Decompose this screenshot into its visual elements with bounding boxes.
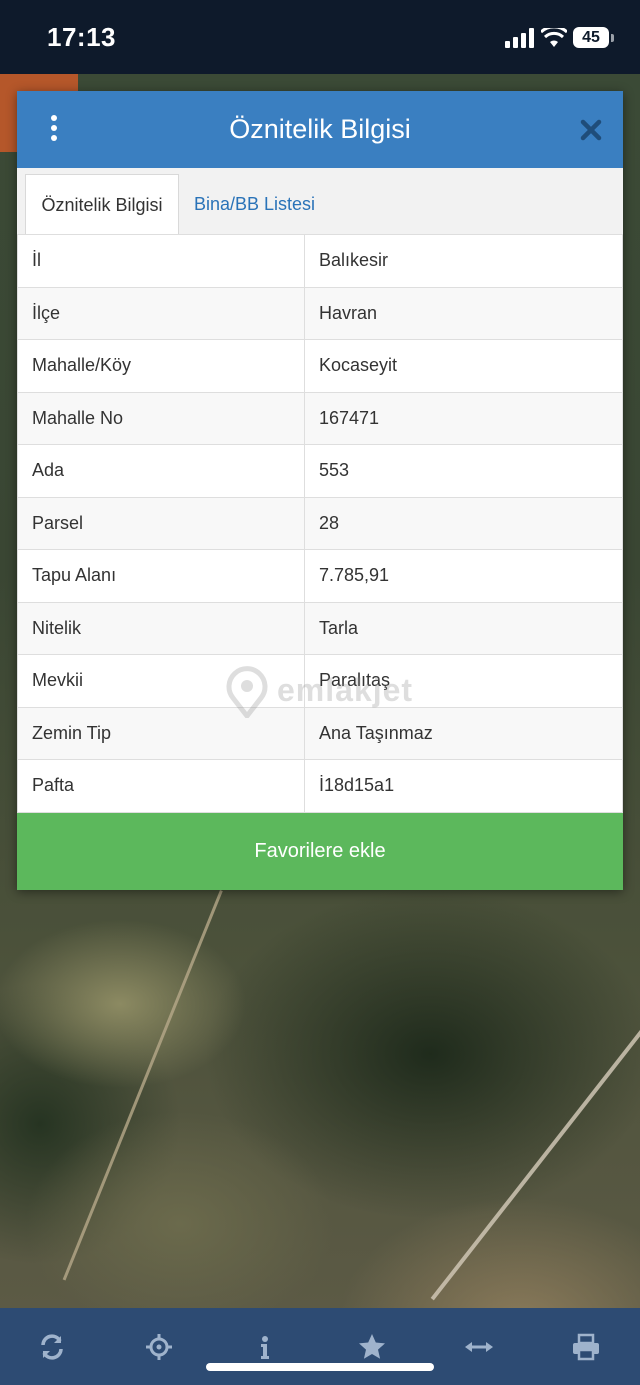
row-value: Kocaseyit xyxy=(304,339,623,393)
row-key: Mevkii xyxy=(17,654,305,708)
table-row: Ada 553 xyxy=(17,444,623,498)
row-key: Ada xyxy=(17,444,305,498)
row-value: Havran xyxy=(304,286,623,340)
status-bar: 17:13 45 xyxy=(0,0,640,74)
table-row: İl Balıkesir xyxy=(17,234,623,288)
battery-tip xyxy=(611,34,614,42)
status-time: 17:13 xyxy=(47,22,116,52)
print-icon[interactable] xyxy=(571,1332,601,1362)
row-value: 553 xyxy=(304,444,623,498)
tab-building-list[interactable]: Bina/BB Listesi xyxy=(194,174,315,234)
table-row: Nitelik Tarla xyxy=(17,601,623,655)
info-icon[interactable] xyxy=(250,1332,280,1362)
row-key: Nitelik xyxy=(17,601,305,655)
row-value: 167471 xyxy=(304,391,623,445)
row-key: Mahalle/Köy xyxy=(17,339,305,393)
row-value: İ18d15a1 xyxy=(304,759,623,813)
wifi-icon xyxy=(541,28,567,47)
row-value: 7.785,91 xyxy=(304,549,623,603)
bottom-toolbar xyxy=(0,1308,640,1385)
table-row: Mahalle No 167471 xyxy=(17,391,623,445)
table-row: Mahalle/Köy Kocaseyit xyxy=(17,339,623,393)
row-value: Balıkesir xyxy=(304,234,623,288)
table-row: Tapu Alanı 7.785,91 xyxy=(17,549,623,603)
table-row: İlçe Havran xyxy=(17,286,623,340)
row-key: Zemin Tip xyxy=(17,706,305,760)
table-row: Parsel 28 xyxy=(17,496,623,550)
dialog-title: Öznitelik Bilgisi xyxy=(229,114,411,144)
attribute-table: İl Balıkesir İlçe Havran Mahalle/Köy Kocase… xyxy=(17,234,623,813)
star-icon[interactable] xyxy=(357,1332,387,1362)
row-key: Mahalle No xyxy=(17,391,305,445)
refresh-icon[interactable] xyxy=(37,1332,67,1362)
table-row: Zemin Tip Ana Taşınmaz xyxy=(17,706,623,760)
row-key: Tapu Alanı xyxy=(17,549,305,603)
table-row: Pafta İ18d15a1 xyxy=(17,759,623,813)
row-key: İlçe xyxy=(17,286,305,340)
row-value: 28 xyxy=(304,496,623,550)
row-value: Paralıtaş xyxy=(304,654,623,708)
home-indicator[interactable] xyxy=(206,1363,434,1371)
close-icon[interactable] xyxy=(579,118,603,142)
dialog-header: Öznitelik Bilgisi xyxy=(17,91,623,168)
row-key: İl xyxy=(17,234,305,288)
more-options-icon[interactable] xyxy=(47,115,61,145)
add-to-favorites-button[interactable]: Favorilere ekle xyxy=(17,813,623,890)
row-key: Parsel xyxy=(17,496,305,550)
row-key: Pafta xyxy=(17,759,305,813)
row-value: Ana Taşınmaz xyxy=(304,706,623,760)
attribute-info-dialog: Öznitelik Bilgisi Öznitelik Bilgisi Bina… xyxy=(17,91,623,890)
battery-indicator: 45 xyxy=(573,27,609,48)
row-value: Tarla xyxy=(304,601,623,655)
locate-icon[interactable] xyxy=(144,1332,174,1362)
measure-icon[interactable] xyxy=(464,1332,494,1362)
cellular-signal-icon xyxy=(505,28,534,48)
dialog-tabs: Öznitelik Bilgisi Bina/BB Listesi xyxy=(17,168,623,235)
table-row: Mevkii Paralıtaş xyxy=(17,654,623,708)
tab-attribute-info[interactable]: Öznitelik Bilgisi xyxy=(25,174,179,235)
